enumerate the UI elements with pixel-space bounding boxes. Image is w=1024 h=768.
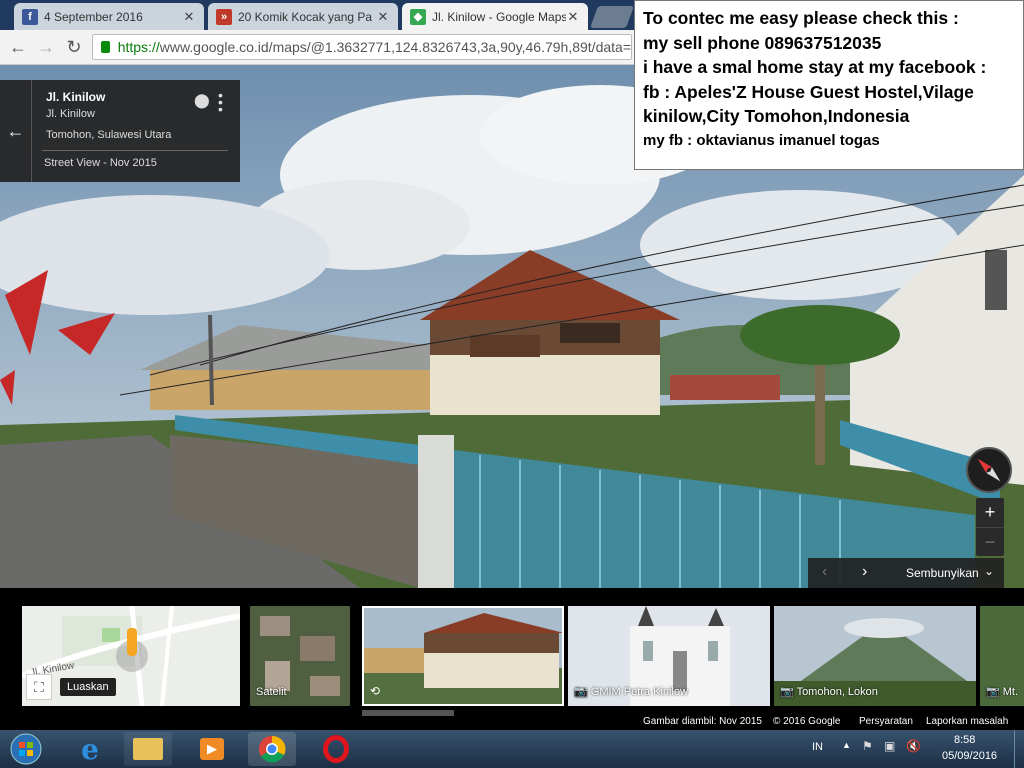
show-hidden-icons-icon[interactable]: ▲: [842, 740, 851, 750]
file-explorer-icon[interactable]: [124, 732, 172, 766]
location-title: Jl. Kinilow: [46, 90, 106, 104]
clock-date[interactable]: 05/09/2016: [942, 750, 997, 762]
street-view-date: Street View - Nov 2015: [44, 157, 157, 169]
news-icon: »: [216, 8, 232, 25]
forward-arrow-icon[interactable]: →: [34, 36, 58, 58]
location-pin-icon[interactable]: ⬤: [194, 92, 210, 109]
language-indicator[interactable]: IN: [812, 741, 823, 753]
opera-icon[interactable]: [312, 732, 360, 766]
copyright-text: © 2016 Google: [773, 716, 841, 727]
expand-tooltip: Luaskan: [60, 678, 116, 696]
terms-link[interactable]: Persyaratan: [859, 716, 913, 727]
chrome-logo: [258, 735, 286, 763]
opera-glyph: [323, 735, 349, 763]
photo-caption: 📷 Mt.: [986, 685, 1018, 698]
windows-taskbar: e ▶ IN ▲ ⚑ ▣ 🔇 8:58 05/09/2016: [0, 730, 1024, 768]
close-icon[interactable]: ✕: [376, 9, 390, 25]
volume-muted-icon[interactable]: 🔇: [906, 739, 921, 753]
note-line: my sell phone 089637512035: [643, 32, 882, 53]
start-orb: [10, 733, 42, 765]
note-line: my fb : oktavianus imanuel togas: [643, 131, 880, 149]
photo-caption: 📷 GMIM Petra Kinilow: [574, 685, 688, 698]
internet-explorer-icon[interactable]: e: [66, 732, 114, 766]
close-icon[interactable]: ✕: [182, 9, 196, 25]
note-line: fb : Apeles'Z House Guest Hostel,Vilage: [643, 81, 974, 102]
tab-komik[interactable]: » 20 Komik Kocak yang Pa ✕: [208, 3, 398, 30]
url-scheme: https://: [117, 39, 160, 55]
play-glyph: ▶: [200, 738, 224, 760]
chevron-right-icon[interactable]: ›: [862, 563, 867, 581]
location-info-card: ← Jl. Kinilow Jl. Kinilow Tomohon, Sulaw…: [0, 80, 240, 182]
clock-time[interactable]: 8:58: [954, 734, 975, 746]
chevron-left-icon[interactable]: ‹: [822, 563, 827, 581]
photo-thumbnail-mountain[interactable]: 📷 Tomohon, Lokon: [774, 606, 976, 706]
show-desktop-button[interactable]: [1014, 730, 1024, 768]
back-arrow-icon[interactable]: ←: [6, 36, 30, 58]
photo-caption-text: Tomohon, Lokon: [796, 686, 878, 698]
ie-glyph: e: [81, 732, 99, 766]
current-streetview-thumbnail[interactable]: ⟲: [362, 606, 564, 706]
location-subtitle: Jl. Kinilow: [46, 108, 95, 120]
satellite-thumbnail[interactable]: Satelit: [250, 606, 350, 706]
imagery-filmstrip: Jl. Kinilow ⛶ Luaskan Satelit ⟲ 📷 GMIM P…: [0, 588, 1024, 730]
map-preview: [22, 606, 240, 706]
capture-date: Gambar diambil: Nov 2015: [643, 716, 762, 727]
url-text: www.google.co.id/maps/@1.3632771,124.832…: [159, 39, 631, 55]
maps-icon: ◆: [410, 8, 426, 25]
zoom-controls: + −: [976, 498, 1004, 556]
filmstrip-controls: ‹ › Sembunyikan ⌄: [808, 558, 1004, 588]
chevron-down-icon[interactable]: ⌄: [984, 564, 994, 578]
media-player-icon[interactable]: ▶: [188, 732, 236, 766]
back-arrow-icon[interactable]: ←: [0, 80, 32, 182]
tab-title: 20 Komik Kocak yang Pa: [238, 9, 373, 24]
map-thumbnail[interactable]: Jl. Kinilow ⛶ Luaskan: [22, 606, 240, 706]
camera-icon: 📷: [780, 686, 794, 698]
new-tab-button[interactable]: [589, 6, 635, 28]
reload-icon[interactable]: ↻: [62, 36, 86, 58]
photo-caption-text: GMIM Petra Kinilow: [590, 686, 688, 698]
satellite-label: Satelit: [256, 686, 287, 698]
zoom-out-button[interactable]: −: [976, 527, 1004, 556]
overlay-text-note: To contec me easy please check this : my…: [634, 0, 1024, 170]
report-problem-link[interactable]: Laporkan masalah: [926, 716, 1008, 727]
tab-google-maps[interactable]: ◆ Jl. Kinilow - Google Maps ✕: [402, 3, 588, 30]
note-line: kinilow,City Tomohon,Indonesia: [643, 106, 910, 126]
windows-start-icon[interactable]: [2, 732, 50, 766]
note-line: i have a smal home stay at my facebook :: [643, 57, 987, 77]
more-vert-icon[interactable]: • • •: [218, 88, 223, 116]
zoom-in-button[interactable]: +: [976, 498, 1004, 527]
divider: [42, 150, 228, 151]
camera-icon: 📷: [986, 686, 1000, 698]
close-icon[interactable]: ✕: [566, 9, 580, 25]
photo-thumbnail-partial[interactable]: 📷 Mt.: [980, 606, 1024, 706]
lock-icon: [101, 41, 110, 53]
compass-needle-icon: [977, 458, 1001, 482]
photo-thumbnail-church[interactable]: 📷 GMIM Petra Kinilow: [568, 606, 770, 706]
location-region: Tomohon, Sulawesi Utara: [46, 129, 172, 141]
folder-glyph: [133, 738, 163, 760]
tab-title: 4 September 2016: [44, 9, 143, 24]
compass-icon[interactable]: [966, 447, 1012, 493]
photo-caption-text: Mt.: [1002, 686, 1019, 698]
action-center-flag-icon[interactable]: ⚑: [862, 739, 873, 753]
tab-facebook[interactable]: f 4 September 2016 ✕: [14, 3, 204, 30]
tab-title: Jl. Kinilow - Google Maps: [432, 9, 566, 24]
chrome-icon[interactable]: [248, 732, 296, 766]
facebook-icon: f: [22, 8, 38, 25]
system-tray: IN ▲ ⚑ ▣ 🔇 8:58 05/09/2016: [804, 730, 1024, 768]
photo-caption: 📷 Tomohon, Lokon: [780, 685, 878, 698]
streetview-thumbnail-image: [364, 608, 562, 704]
street-view-360-icon: ⟲: [370, 684, 381, 698]
expand-icon[interactable]: ⛶: [26, 674, 52, 700]
camera-icon: 📷: [574, 686, 588, 698]
hide-filmstrip-button[interactable]: Sembunyikan: [906, 566, 979, 580]
address-bar[interactable]: https:// www.google.co.id/maps/@1.363277…: [92, 34, 632, 60]
map-footer: Gambar diambil: Nov 2015 © 2016 Google P…: [0, 714, 1024, 730]
note-line: To contec me easy please check this :: [643, 8, 959, 28]
network-icon[interactable]: ▣: [884, 739, 895, 753]
